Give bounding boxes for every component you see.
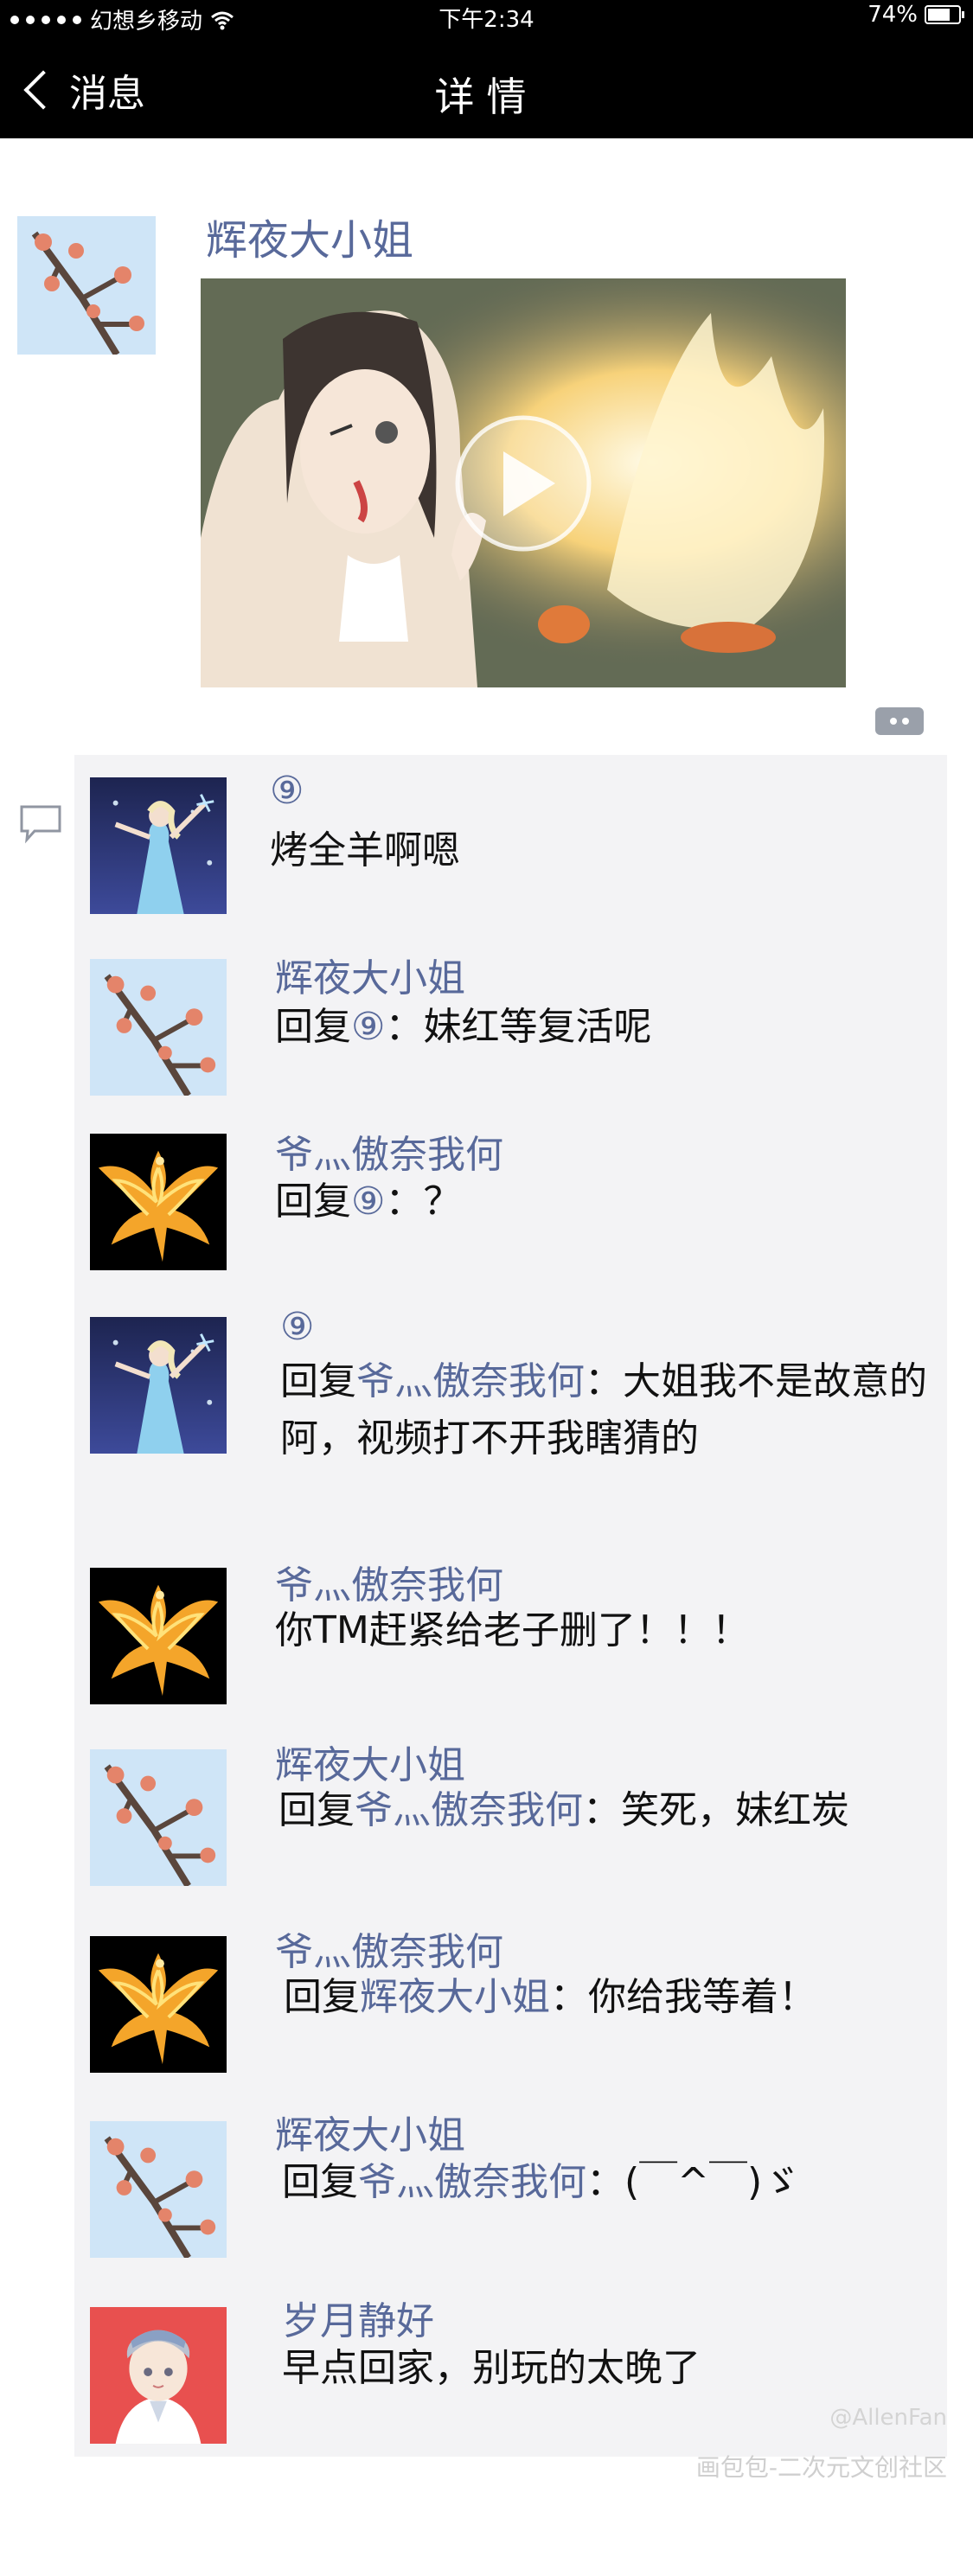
battery-percent: 74%	[867, 2, 918, 28]
comment-avatar[interactable]	[88, 959, 228, 1096]
ice-queen-avatar	[90, 777, 227, 914]
reply-prefix: 回复	[284, 1975, 360, 2019]
comment-author-name[interactable]: 辉夜大小姐	[275, 947, 465, 1002]
reply-target-name[interactable]: ⑨	[351, 1179, 385, 1224]
post-author-avatar[interactable]	[17, 216, 156, 355]
comment-body: (￣^￣)ゞ	[624, 2160, 801, 2204]
reply-separator: ：	[583, 1788, 621, 1832]
post-author-name[interactable]: 辉夜大小姐	[206, 206, 413, 266]
reply-prefix: 回复	[280, 1359, 356, 1403]
reply-target-name[interactable]: ⑨	[351, 1005, 385, 1049]
comment-text[interactable]: 回复⑨：？	[275, 1173, 932, 1230]
more-options-button[interactable]	[875, 707, 924, 735]
comment-body: 烤全羊啊嗯	[270, 828, 460, 873]
watermark-handle: @AllenFan	[829, 2405, 947, 2431]
reply-separator: ：	[385, 1179, 424, 1224]
comment-text[interactable]: 你TM赶紧给老子删了！！！	[275, 1602, 932, 1659]
page-title: 详情	[434, 74, 539, 120]
comment-author-name[interactable]: 辉夜大小姐	[275, 1734, 465, 1789]
comment-avatar[interactable]	[88, 1936, 228, 2073]
reply-separator: ：	[586, 2160, 624, 2204]
reply-prefix: 回复	[275, 1005, 351, 1049]
comment-author-name[interactable]: 岁月静好	[282, 2290, 434, 2345]
comment-text[interactable]: 回复⑨：妹红等复活呢	[275, 999, 932, 1056]
comment-avatar[interactable]	[88, 1568, 228, 1704]
status-bar: 幻想乡移动 下午2:34 74%	[0, 0, 973, 36]
comment-avatar[interactable]	[88, 1134, 228, 1270]
comment-avatar[interactable]	[88, 777, 228, 914]
phoenix-avatar	[90, 1568, 227, 1704]
comment-text[interactable]: 回复辉夜大小姐：你给我等着！	[284, 1969, 941, 2026]
nav-bar: 消息 详情	[0, 36, 973, 138]
plum-branch-avatar	[90, 1749, 227, 1886]
comment-author-name[interactable]: 爷灬傲奈我何	[275, 1921, 503, 1976]
comment-avatar[interactable]	[88, 2307, 228, 2444]
reply-target-name[interactable]: 爷灬傲奈我何	[358, 2160, 586, 2204]
plum-branch-avatar	[17, 216, 156, 355]
comments-section: ⑨ 烤全羊啊嗯 辉夜大小姐 回复⑨：妹红等复活呢 爷灬傲奈我何 回复⑨：？ ⑨ 回复爷灬傲奈我…	[74, 755, 947, 2457]
comment-body: 你TM赶紧给老子删了！！！	[275, 1608, 750, 1652]
plum-branch-avatar	[90, 959, 227, 1096]
comment-author-name[interactable]: ⑨	[270, 769, 304, 813]
video-frame-illustration	[201, 278, 846, 687]
watermark-site: 画包包-二次元文创社区	[695, 2453, 947, 2482]
reply-separator: ：	[585, 1359, 623, 1403]
comment-avatar[interactable]	[88, 2121, 228, 2258]
reply-target-name[interactable]: 爷灬傲奈我何	[356, 1359, 585, 1403]
comment-text[interactable]: 早点回家，别玩的太晚了	[282, 2340, 939, 2397]
comment-body: 妹红等复活呢	[423, 1005, 652, 1049]
phoenix-avatar	[90, 1936, 227, 2073]
plum-branch-avatar	[90, 2121, 227, 2258]
chibi-doctor-avatar	[90, 2307, 227, 2444]
comment-body: ？	[423, 1179, 462, 1224]
comment-author-name[interactable]: 爷灬傲奈我何	[275, 1123, 503, 1179]
comment-body: 你给我等着！	[588, 1975, 816, 2019]
reply-separator: ：	[385, 1005, 424, 1049]
battery-icon	[925, 5, 964, 24]
reply-prefix: 回复	[282, 2160, 358, 2204]
comment-text[interactable]: 回复爷灬傲奈我何：(￣^￣)ゞ	[282, 2154, 939, 2211]
comment-avatar[interactable]	[88, 1749, 228, 1886]
reply-prefix: 回复	[278, 1788, 355, 1832]
comment-icon	[20, 805, 61, 844]
comment-text[interactable]: 回复爷灬傲奈我何：大姐我不是故意的阿，视频打不开我瞎猜的	[280, 1353, 938, 1467]
comment-text[interactable]: 烤全羊啊嗯	[270, 822, 927, 879]
comment-text[interactable]: 回复爷灬傲奈我何：笑死，妹红炭	[278, 1782, 936, 1839]
comment-body: 笑死，妹红炭	[621, 1788, 849, 1832]
reply-prefix: 回复	[275, 1179, 351, 1224]
video-thumbnail[interactable]	[201, 278, 846, 687]
comment-avatar[interactable]	[88, 1317, 228, 1454]
comment-author-name[interactable]: ⑨	[280, 1305, 314, 1349]
status-time: 下午2:34	[438, 7, 535, 33]
ice-queen-avatar	[90, 1317, 227, 1454]
comment-body: 早点回家，别玩的太晚了	[282, 2346, 701, 2390]
reply-target-name[interactable]: 辉夜大小姐	[360, 1975, 550, 2019]
comment-author-name[interactable]: 辉夜大小姐	[275, 2104, 465, 2159]
phoenix-avatar	[90, 1134, 227, 1270]
reply-separator: ：	[550, 1975, 588, 2019]
comment-author-name[interactable]: 爷灬傲奈我何	[275, 1554, 503, 1609]
reply-target-name[interactable]: 爷灬傲奈我何	[355, 1788, 583, 1832]
